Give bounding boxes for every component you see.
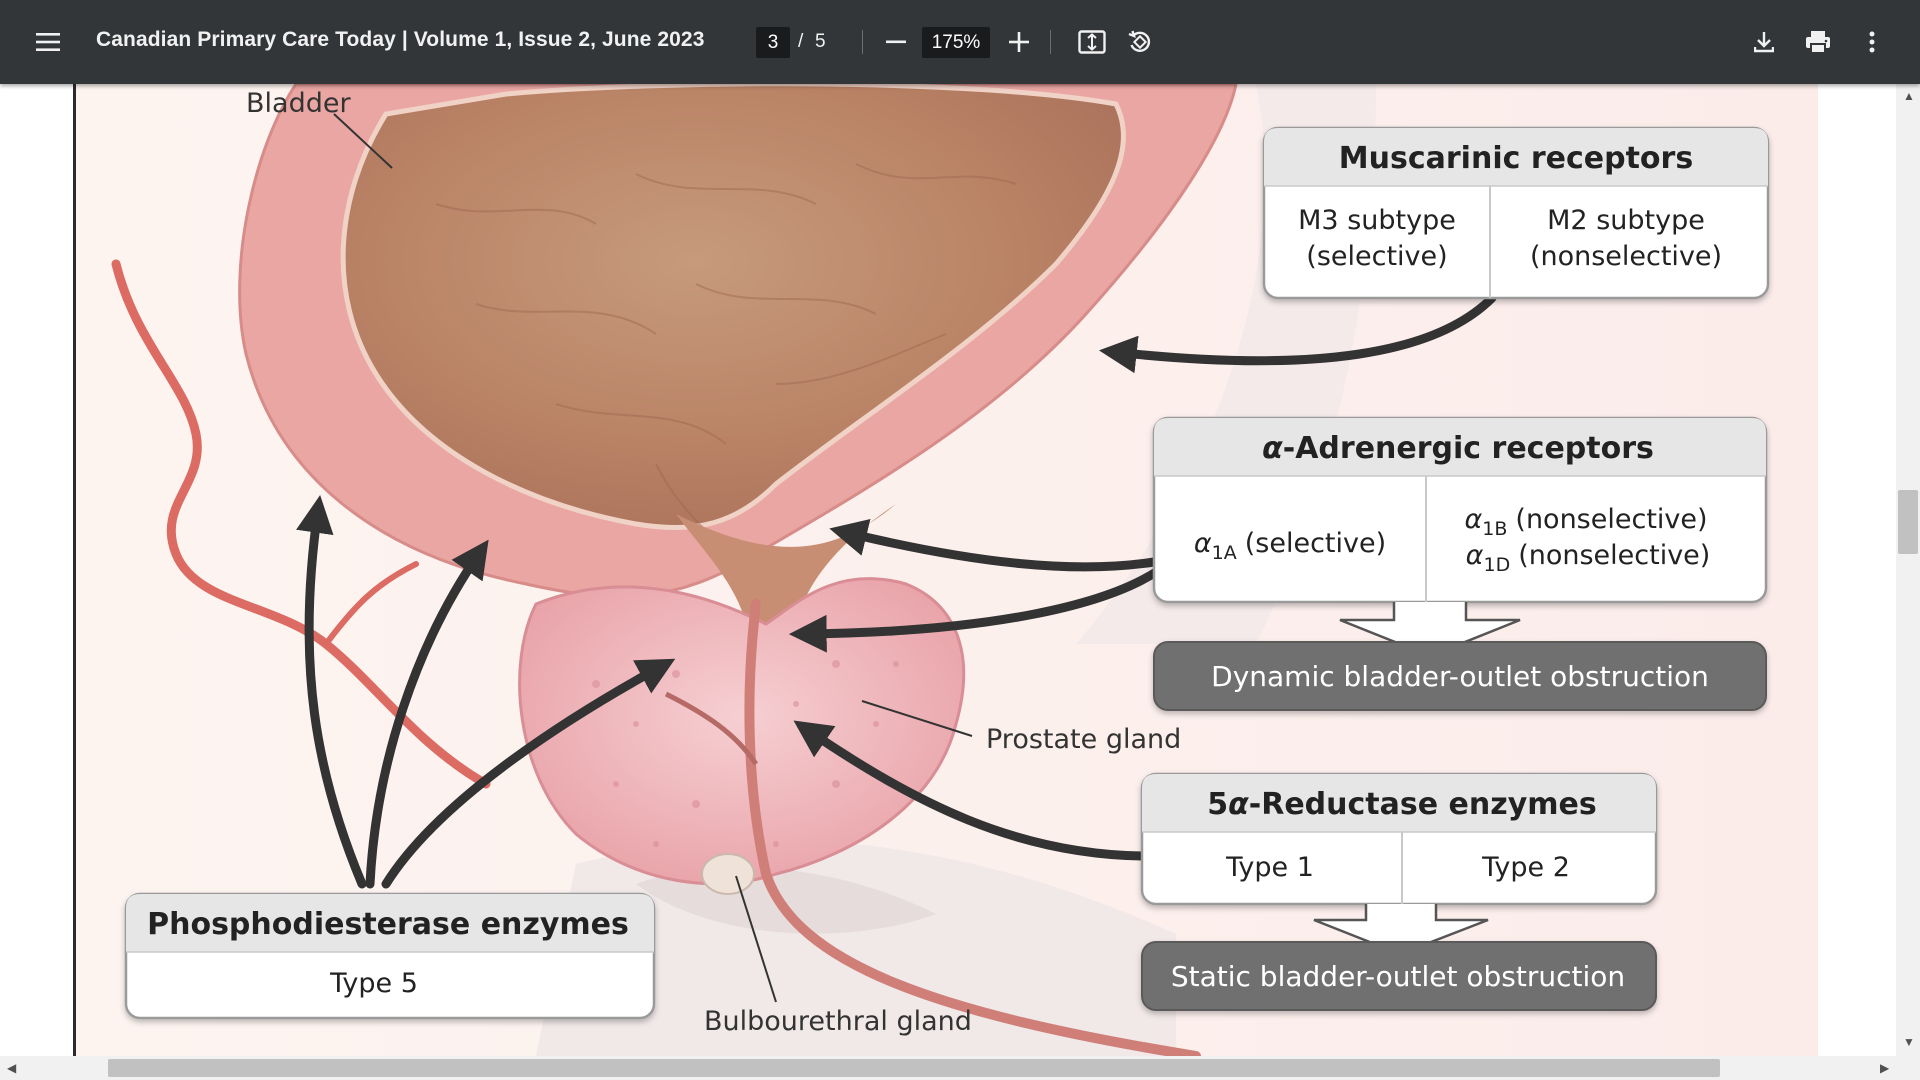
document-title: Canadian Primary Care Today | Volume 1, …	[96, 28, 705, 51]
reductase-type-1: Type 1	[1225, 852, 1314, 883]
print-icon[interactable]	[1802, 26, 1834, 58]
scroll-down-arrow-icon[interactable]: ▼	[1903, 1036, 1915, 1048]
dynamic-obstruction-label: Dynamic bladder-outlet obstruction	[1211, 660, 1709, 693]
figure-illustration: Bladder Prostate gland Bulbourethral gla…	[76, 84, 1818, 1056]
pde-type: Type 5	[329, 968, 418, 999]
anatomy-figure: Bladder Prostate gland Bulbourethral gla…	[76, 84, 1818, 1056]
scroll-up-arrow-icon[interactable]: ▲	[1903, 90, 1915, 102]
vertical-scrollbar[interactable]	[1896, 84, 1920, 1056]
pdf-toolbar: Canadian Primary Care Today | Volume 1, …	[0, 0, 1920, 84]
reductase-title: 5α-Reductase enzymes	[1207, 787, 1596, 822]
vertical-scroll-thumb[interactable]	[1898, 490, 1918, 554]
menu-icon[interactable]	[32, 26, 64, 58]
reductase-type-2: Type 2	[1481, 852, 1570, 883]
scroll-left-arrow-icon[interactable]: ◀	[7, 1062, 16, 1074]
fit-page-icon[interactable]	[1076, 26, 1108, 58]
zoom-out-icon[interactable]	[880, 26, 912, 58]
more-options-icon[interactable]	[1856, 26, 1888, 58]
pde-title: Phosphodiesterase enzymes	[147, 907, 629, 942]
page-total: 5	[815, 31, 826, 52]
page-number-input[interactable]: 3	[756, 27, 790, 58]
bulbourethral-gland	[701, 853, 755, 895]
prostate-label: Prostate gland	[986, 724, 1181, 755]
m2-subtype: M2 subtype	[1547, 205, 1705, 236]
muscarinic-title: Muscarinic receptors	[1339, 141, 1693, 176]
toolbar-divider	[862, 30, 863, 54]
rotate-icon[interactable]	[1124, 26, 1156, 58]
m3-subtype: M3 subtype	[1298, 205, 1456, 236]
adrenergic-title: α-Adrenergic receptors	[1262, 431, 1654, 466]
page-separator: /	[798, 31, 804, 52]
zoom-level-input[interactable]: 175%	[922, 27, 990, 58]
scroll-right-arrow-icon[interactable]: ▶	[1880, 1062, 1889, 1074]
toolbar-divider	[1050, 30, 1051, 54]
m2-selectivity: (nonselective)	[1530, 241, 1722, 272]
bulbourethral-label: Bulbourethral gland	[704, 1006, 972, 1037]
download-icon[interactable]	[1748, 26, 1780, 58]
static-obstruction-label: Static bladder-outlet obstruction	[1171, 960, 1625, 993]
m3-selectivity: (selective)	[1306, 241, 1447, 272]
horizontal-scroll-thumb[interactable]	[108, 1059, 1720, 1077]
pdf-viewer[interactable]: Bladder Prostate gland Bulbourethral gla…	[0, 84, 1920, 1056]
zoom-in-icon[interactable]	[1003, 26, 1035, 58]
bladder-label: Bladder	[246, 88, 351, 119]
